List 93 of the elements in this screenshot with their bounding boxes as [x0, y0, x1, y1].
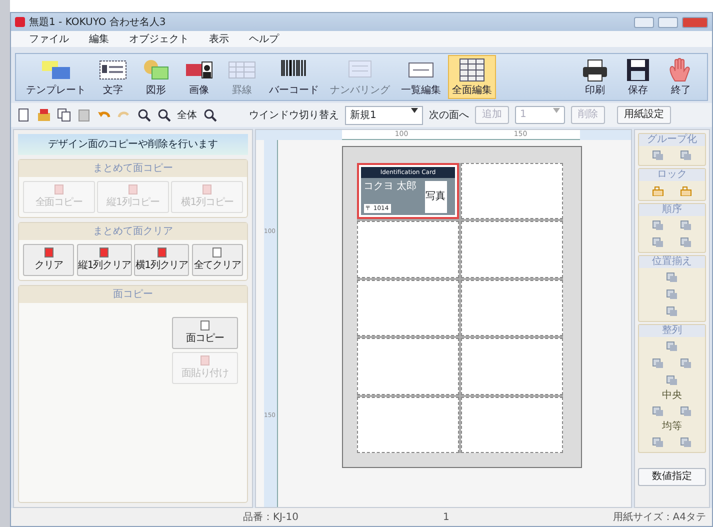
- group-title: グループ化: [639, 134, 705, 146]
- panel-button[interactable]: 面コピー: [172, 317, 238, 349]
- group-title: 整列: [639, 325, 705, 337]
- tool-caption: 均等: [661, 421, 683, 433]
- layers-icon: [680, 220, 692, 231]
- layers-icon: [680, 358, 692, 369]
- copy-icon: [57, 108, 71, 122]
- layers-icon: [652, 358, 664, 369]
- lock-icon: [652, 185, 664, 196]
- toolbar-button[interactable]: 一覧編集: [397, 55, 445, 99]
- group-title: まとめて面コピー: [19, 160, 247, 177]
- open-folder-icon: [37, 108, 51, 122]
- layers-icon: [652, 237, 664, 248]
- caret-icon: [411, 108, 418, 112]
- panel-button[interactable]: クリア: [23, 244, 74, 276]
- group-title: 順序: [639, 204, 705, 216]
- layers-icon: [652, 406, 664, 417]
- menu-item[interactable]: 表示: [209, 32, 229, 46]
- toolbar-button[interactable]: 全面編集: [448, 55, 496, 99]
- select-value: 新規1: [350, 108, 376, 122]
- zoom-icon: [137, 108, 151, 122]
- toolbar-button[interactable]: 用紙設定: [617, 106, 671, 124]
- page-icon: [202, 184, 212, 195]
- layers-icon: [666, 306, 678, 317]
- label-cell[interactable]: [357, 280, 459, 336]
- toolbar-button[interactable]: テンプレート: [22, 55, 90, 99]
- new-document-icon: [17, 108, 31, 122]
- page-icon: [212, 247, 222, 258]
- toolbar-button[interactable]: 保存: [618, 55, 658, 99]
- label-cell[interactable]: [461, 280, 563, 336]
- layers-icon: [666, 341, 678, 352]
- window-select[interactable]: 新規1: [345, 106, 423, 124]
- label-cell[interactable]: [461, 221, 563, 278]
- zoom-icon: [203, 108, 217, 122]
- status-text: 品番：KJ-10: [243, 510, 300, 524]
- group-title: まとめて面クリア: [19, 223, 247, 240]
- menu-item[interactable]: ヘルプ: [249, 32, 279, 46]
- layers-icon: [680, 237, 692, 248]
- panel-button[interactable]: 全てクリア: [192, 244, 243, 276]
- page-icon: [44, 247, 54, 258]
- toolbar-button[interactable]: 文字: [93, 55, 133, 99]
- toolbar-button[interactable]: 印刷: [575, 55, 615, 99]
- page-icon: [156, 247, 167, 258]
- maximize-button[interactable]: [658, 16, 678, 28]
- group-title: ロック: [639, 169, 705, 181]
- label-cell[interactable]: [357, 221, 459, 278]
- lock-icon: [680, 185, 692, 196]
- toolbar-button[interactable]: 画像: [179, 55, 219, 99]
- page-icon: [128, 184, 138, 195]
- window-title: 無題1 - KOKUYO 合わせ名人3: [29, 16, 166, 30]
- minimize-button[interactable]: [634, 16, 654, 28]
- menu-item[interactable]: オブジェクト: [129, 32, 189, 46]
- page-icon: [99, 247, 110, 258]
- label-cell[interactable]: [357, 338, 459, 395]
- layers-icon: [652, 437, 664, 448]
- numeric-button[interactable]: 数値指定: [638, 468, 706, 486]
- page-icon: [54, 184, 64, 195]
- status-text: 1: [443, 510, 450, 524]
- layers-icon: [652, 220, 664, 231]
- layers-icon: [680, 406, 692, 417]
- toolbar-button[interactable]: バーコード: [265, 55, 323, 99]
- menu-item[interactable]: 編集: [89, 32, 109, 46]
- toolbar-button[interactable]: 終了: [661, 55, 701, 99]
- layers-icon: [666, 272, 678, 283]
- photo-placeholder: 写真: [424, 180, 446, 213]
- label-cell[interactable]: [357, 396, 459, 453]
- panel-header: デザイン面のコピーや削除を行います: [18, 134, 248, 155]
- panel-button[interactable]: 横1列クリア: [134, 244, 190, 276]
- next-face-label: 次の面へ: [429, 108, 469, 122]
- label-cell[interactable]: [461, 163, 563, 220]
- window-switch-label: ウインドウ切り替え: [249, 108, 339, 122]
- caret-icon: [553, 108, 560, 113]
- page-icon: [200, 354, 210, 366]
- card-name: コクヨ 太郎: [364, 180, 418, 192]
- group-title: 位置揃え: [639, 256, 705, 268]
- close-button[interactable]: [682, 16, 708, 28]
- zoom-fit-button[interactable]: 全体: [177, 108, 197, 122]
- label-cell[interactable]: [461, 396, 563, 453]
- menu-item[interactable]: ファイル: [29, 32, 69, 46]
- layers-icon: [666, 375, 678, 386]
- app-icon: [15, 17, 25, 27]
- tool-caption: 中央: [661, 390, 683, 402]
- label-cell[interactable]: [461, 338, 563, 395]
- toolbar-button[interactable]: 図形: [136, 55, 176, 99]
- panel-button[interactable]: 縦1列クリア: [76, 244, 132, 276]
- group-title: 面コピー: [19, 286, 247, 303]
- zoom-icon: [157, 108, 171, 122]
- layers-icon: [652, 150, 664, 161]
- page-icon: [200, 320, 210, 331]
- layers-icon: [666, 289, 678, 300]
- layers-icon: [680, 437, 692, 448]
- layers-icon: [680, 150, 692, 161]
- status-text: 用紙サイズ：A4タテ: [612, 510, 706, 524]
